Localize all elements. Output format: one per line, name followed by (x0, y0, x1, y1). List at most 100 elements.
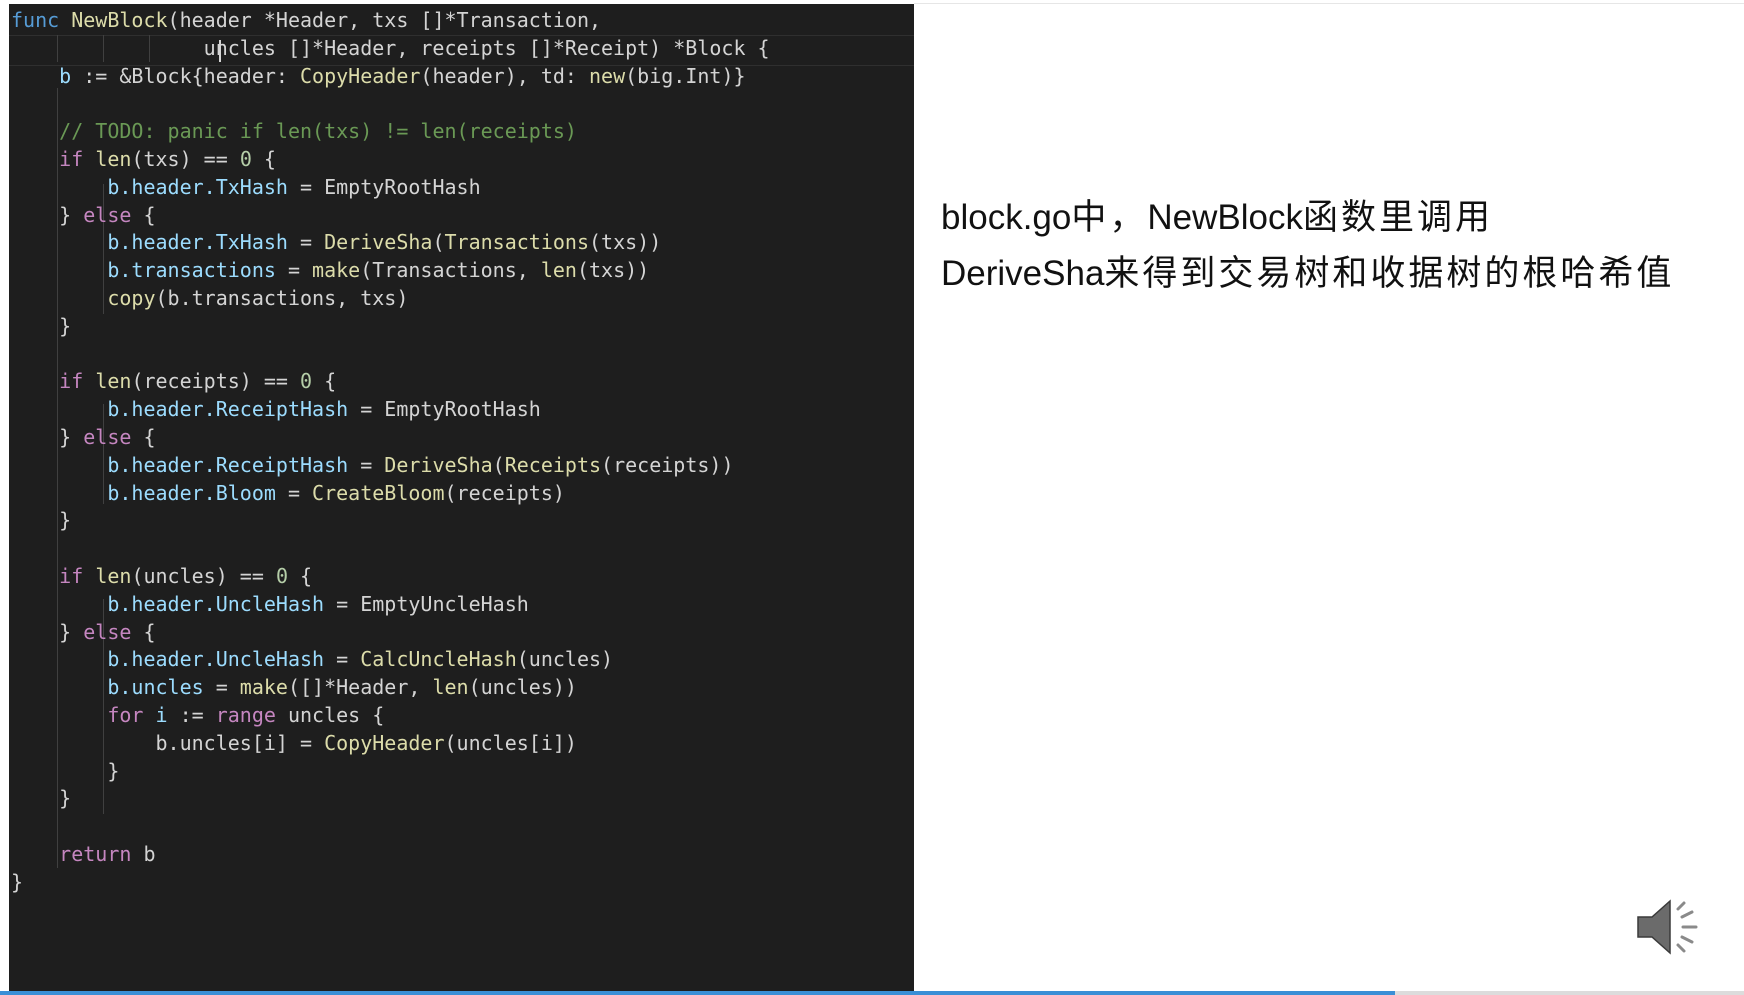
code-editor: func NewBlock(header *Header, txs []*Tra… (9, 4, 914, 992)
code-token: = (324, 647, 361, 672)
code-line: if len(txs) == 0 { (11, 144, 276, 175)
code-token: return (59, 842, 132, 866)
description-text: DeriveSha (941, 254, 1105, 293)
code-token: uncles []*Header, receipts []*Receipt) *… (203, 35, 770, 60)
code-token: { (287, 564, 313, 588)
code-token: uncles { (275, 703, 385, 727)
code-token: } (11, 425, 84, 449)
code-line: b.uncles = make([]*Header, len(uncles)) (11, 672, 577, 703)
code-line: // TODO: panic if len(txs) != len(receip… (11, 116, 577, 147)
code-token: for (107, 703, 144, 727)
code-token: ( (492, 452, 505, 477)
code-line: return b (11, 839, 156, 870)
code-token: (uncles) == (131, 564, 276, 588)
code-token: b.header.ReceiptHash (107, 452, 349, 477)
code-token: func (11, 8, 60, 32)
code-token: DeriveSha (324, 230, 433, 255)
code-token: ([]*Header, (287, 675, 433, 700)
code-token: len (95, 147, 132, 171)
code-line: } else { (11, 617, 156, 648)
code-token: b.transactions (107, 258, 276, 283)
code-token: } (11, 619, 84, 644)
speaker-volume-icon[interactable] (1634, 893, 1706, 961)
code-token: else (83, 202, 132, 227)
code-token: (Transactions, (360, 258, 541, 283)
code-line: if len(uncles) == 0 { (11, 561, 312, 592)
code-token: = EmptyRootHash (348, 397, 541, 422)
code-token: b.header.UncleHash (107, 647, 325, 672)
code-line: } else { (11, 422, 155, 453)
code-token: make (312, 258, 361, 283)
code-line: copy(b.transactions, txs) (11, 283, 408, 314)
code-line: b.header.ReceiptHash = DeriveSha(Receipt… (11, 450, 733, 481)
code-line: b.transactions = make(Transactions, len(… (11, 255, 649, 286)
code-line: if len(receipts) == 0 { (11, 366, 336, 397)
code-token: len (432, 675, 469, 700)
code-token: = EmptyUncleHash (324, 591, 529, 616)
code-token: := (167, 703, 216, 727)
code-token: CopyHeader (300, 63, 421, 88)
code-token: 0 (239, 147, 252, 171)
code-token: (header *Header, txs []*Transaction, (167, 8, 602, 32)
code-token: // TODO: panic if len(txs) != len(receip… (59, 119, 577, 144)
code-token: len (95, 564, 132, 588)
code-token: CalcUncleHash (360, 647, 517, 672)
code-token: b (131, 842, 156, 866)
code-token: if (59, 147, 84, 171)
code-token: (txs) == (131, 147, 240, 171)
code-line: b.header.TxHash = DeriveSha(Transactions… (11, 227, 661, 258)
code-token: { (251, 147, 276, 171)
code-line: for i := range uncles { (11, 700, 384, 731)
description-text: NewBlock (1147, 198, 1303, 237)
code-line: } (11, 756, 119, 787)
playback-progress-fill (0, 991, 1396, 995)
code-token: CopyHeader (324, 730, 445, 755)
code-token: b.header.TxHash (107, 230, 288, 255)
code-token: 0 (275, 564, 288, 588)
code-token: i (155, 703, 168, 727)
text-cursor (219, 40, 221, 62)
slide-description: block.go中，NewBlock函数里调用 DeriveSha来得到交易树和… (941, 190, 1721, 302)
code-token: (txs)) (576, 258, 650, 283)
code-token: { (131, 202, 156, 227)
code-token: (big.Int)} (625, 63, 746, 88)
code-token: if (59, 564, 84, 588)
code-line: b := &Block{header: CopyHeader(header), … (11, 61, 746, 92)
code-token: Transactions (444, 230, 590, 255)
code-line: } (11, 783, 71, 814)
slide-top-rule (914, 3, 1744, 4)
code-token: } (11, 758, 120, 783)
code-token: b.header.Bloom (107, 480, 276, 505)
code-token: { (131, 619, 156, 644)
code-token: Receipts (504, 452, 602, 477)
playback-progress-bar[interactable] (0, 991, 1744, 995)
code-token: := &Block{header: (71, 63, 300, 88)
code-token: len (540, 258, 577, 283)
code-line: b.header.TxHash = EmptyRootHash (11, 172, 480, 203)
code-token: (b.transactions, txs) (155, 286, 409, 310)
code-token: 0 (300, 369, 313, 394)
code-token: ( (432, 230, 445, 255)
code-token: else (83, 425, 132, 449)
code-line: } (11, 505, 71, 536)
code-token: copy (107, 286, 156, 310)
code-line: b.header.ReceiptHash = EmptyRootHash (11, 394, 541, 425)
code-token: } (11, 869, 24, 894)
code-token: else (83, 619, 132, 644)
code-token: CreateBloom (312, 480, 445, 505)
code-line: } (11, 867, 23, 898)
